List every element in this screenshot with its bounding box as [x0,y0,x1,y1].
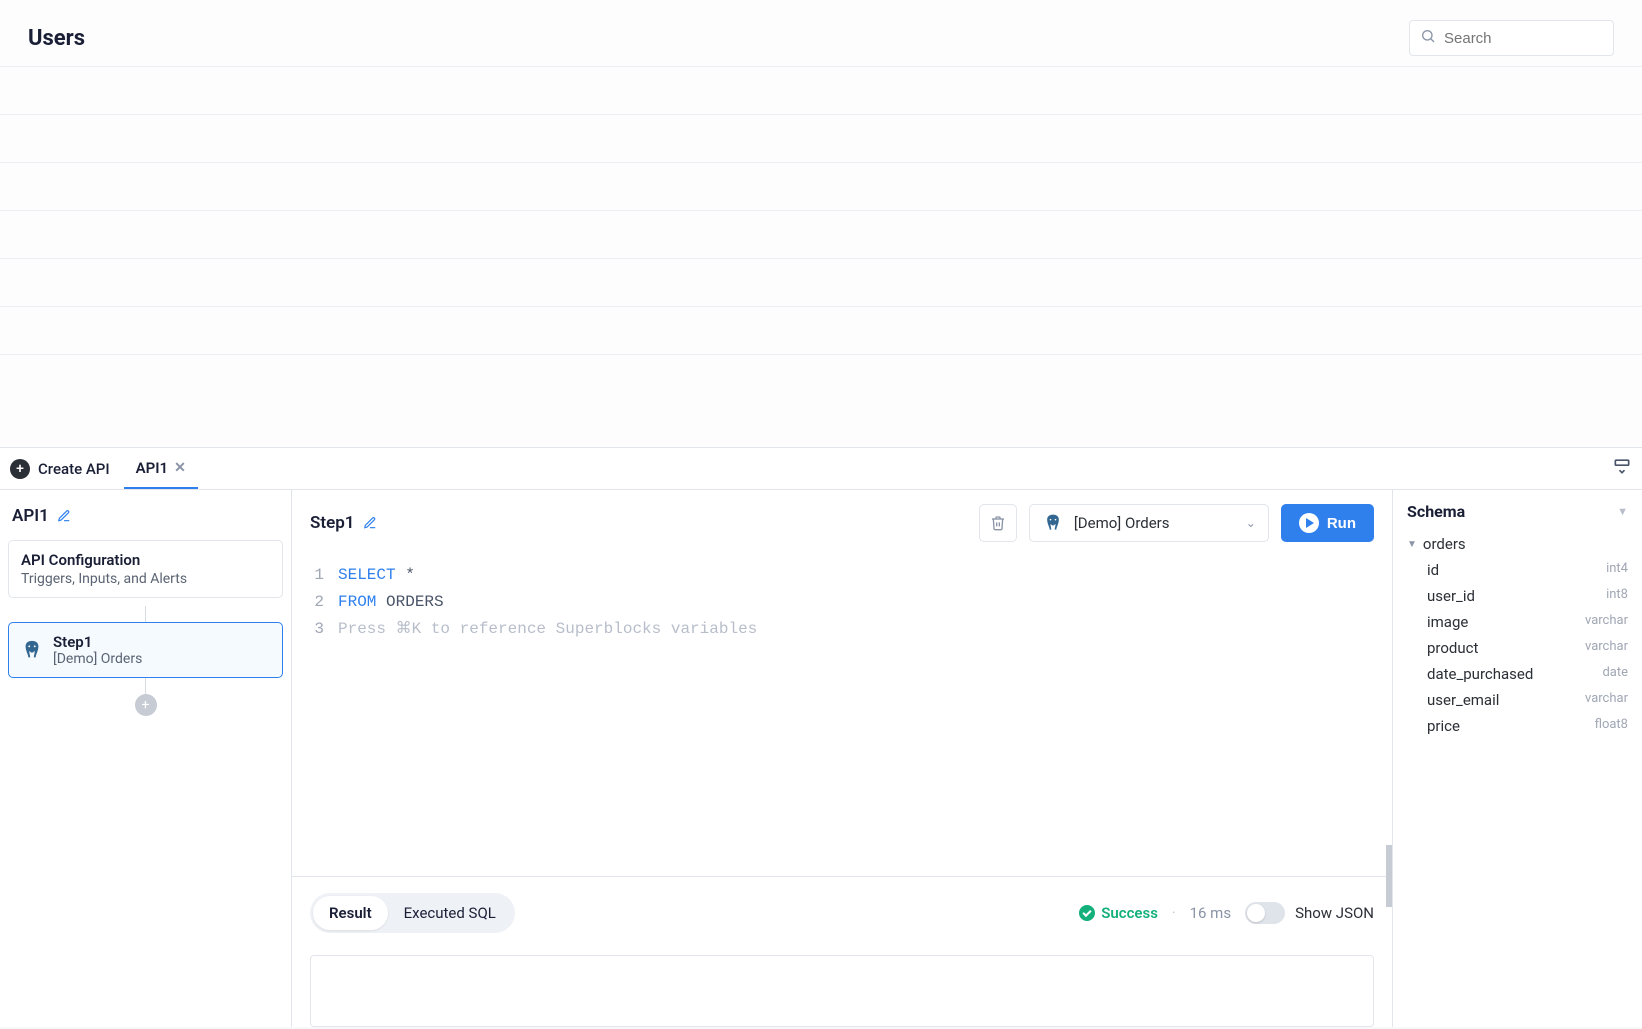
code-token: ORDERS [386,593,444,611]
column-name: user_email [1427,691,1499,709]
config-title: API Configuration [21,551,270,569]
table-row [0,259,1642,307]
line-number: 1 [310,562,324,589]
search-icon [1420,28,1436,48]
table-row [0,211,1642,259]
line-number: 3 [310,616,324,643]
scroll-indicator[interactable] [1386,845,1392,907]
status-badge: Success [1079,904,1158,922]
code-editor[interactable]: 1 SELECT * 2 FROM ORDERS 3 Press ⌘K to r… [292,556,1392,876]
column-type: varchar [1585,691,1628,709]
editor-placeholder: Press ⌘K to reference Superblocks variab… [338,616,757,643]
separator: · [1172,905,1176,921]
schema-column[interactable]: date_purchased date [1427,665,1628,683]
code-keyword: FROM [338,593,376,611]
step-datasource: [Demo] Orders [53,651,142,667]
step-title: Step1 [310,513,355,533]
plus-icon: + [10,459,30,479]
chevron-down-icon: ⌄ [1246,516,1256,530]
column-name: price [1427,717,1460,735]
schema-column[interactable]: user_email varchar [1427,691,1628,709]
schema-table-orders[interactable]: ▼ orders [1407,535,1628,553]
column-name: product [1427,639,1478,657]
search-box[interactable] [1409,20,1614,56]
caret-down-icon: ▼ [1407,539,1417,550]
execution-time: 16 ms [1190,904,1231,922]
table-row [0,307,1642,355]
chevron-down-icon[interactable]: ▼ [1617,505,1628,518]
postgres-icon [21,639,43,661]
tab-api1[interactable]: API1 ✕ [124,448,198,489]
api-name-label: API1 [12,506,49,526]
column-name: id [1427,561,1439,579]
table-area [0,66,1642,447]
schema-title: Schema [1407,502,1465,521]
close-icon[interactable]: ✕ [174,460,186,476]
datasource-label: [Demo] Orders [1074,514,1236,532]
results-tabs: Result Executed SQL [310,893,515,933]
datasource-select[interactable]: [Demo] Orders ⌄ [1029,504,1269,542]
column-type: varchar [1585,639,1628,657]
table-name: orders [1423,535,1466,553]
toggle-label: Show JSON [1295,904,1374,922]
show-json-toggle[interactable] [1245,902,1285,924]
run-button[interactable]: Run [1281,504,1374,542]
tab-result[interactable]: Result [313,896,388,930]
column-name: user_id [1427,587,1475,605]
tab-label: API1 [136,459,169,477]
panel-collapse-icon[interactable] [1612,456,1632,480]
pencil-icon[interactable] [57,509,71,523]
search-input[interactable] [1444,30,1642,47]
table-row [0,115,1642,163]
pencil-icon[interactable] [363,516,377,530]
schema-column[interactable]: price float8 [1427,717,1628,735]
column-type: int8 [1606,587,1628,605]
column-type: int4 [1606,561,1628,579]
result-output [310,955,1374,1027]
schema-column[interactable]: image varchar [1427,613,1628,631]
schema-column[interactable]: product varchar [1427,639,1628,657]
trash-icon [990,515,1006,531]
column-name: date_purchased [1427,665,1533,683]
play-icon [1299,513,1319,533]
run-label: Run [1327,515,1356,532]
table-row [0,67,1642,115]
schema-column[interactable]: id int4 [1427,561,1628,579]
column-type: varchar [1585,613,1628,631]
tab-executed-sql[interactable]: Executed SQL [388,896,512,930]
api-configuration-button[interactable]: API Configuration Triggers, Inputs, and … [8,540,283,598]
column-type: date [1602,665,1628,683]
postgres-icon [1042,512,1064,534]
table-row [0,163,1642,211]
create-api-label: Create API [38,460,110,478]
code-token: * [405,566,415,584]
status-text: Success [1101,904,1158,922]
connector-line [145,606,146,622]
line-number: 2 [310,589,324,616]
step-name: Step1 [53,633,142,651]
column-name: image [1427,613,1468,631]
delete-button[interactable] [979,504,1017,542]
column-type: float8 [1595,717,1628,735]
api-name-header[interactable]: API1 [8,500,283,532]
code-keyword: SELECT [338,566,396,584]
step-item-step1[interactable]: Step1 [Demo] Orders [8,622,283,678]
connector-line [145,678,146,694]
create-api-button[interactable]: + Create API [0,448,124,489]
config-sub: Triggers, Inputs, and Alerts [21,571,270,587]
check-icon [1079,905,1095,921]
schema-column[interactable]: user_id int8 [1427,587,1628,605]
add-step-button[interactable]: + [135,694,157,716]
page-title: Users [28,26,85,51]
